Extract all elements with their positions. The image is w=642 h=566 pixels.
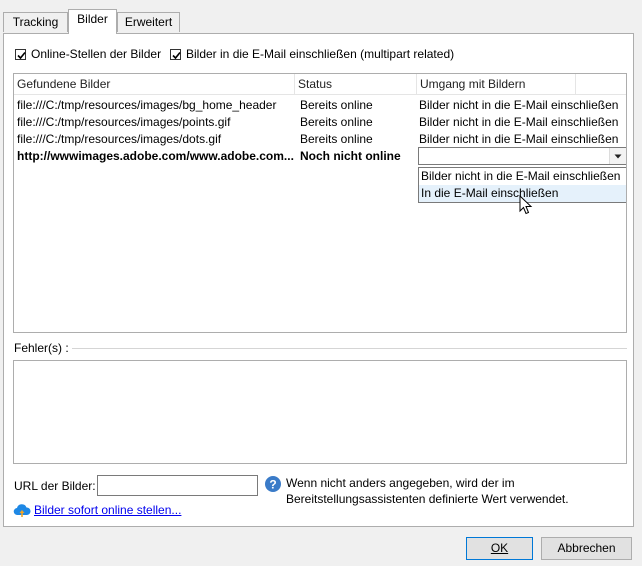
status-cell: Bereits online	[300, 115, 373, 129]
column-header-images[interactable]: Gefundene Bilder	[14, 74, 295, 94]
checkmark-icon	[172, 51, 181, 60]
image-path-cell: file:///C:/tmp/resources/images/points.g…	[17, 115, 231, 129]
ok-button[interactable]: OK	[466, 537, 533, 560]
checkmark-icon	[17, 51, 26, 60]
url-label: URL der Bilder:	[14, 479, 96, 493]
include-checkbox-label: Bilder in die E-Mail einschließen (multi…	[186, 47, 455, 61]
ok-button-label: OK	[490, 541, 509, 555]
publish-images-link[interactable]: Bilder sofort online stellen...	[34, 503, 181, 517]
cancel-button-label: Abbrechen	[557, 541, 616, 555]
tab-bilder-label: Bilder	[77, 12, 108, 26]
image-path-cell: file:///C:/tmp/resources/images/dots.gif	[17, 132, 222, 146]
cancel-button[interactable]: Abbrechen	[541, 537, 632, 560]
url-help-line-1: Wenn nicht anders angegeben, wird der im	[286, 476, 515, 490]
tab-bilder[interactable]: Bilder	[68, 9, 117, 34]
handling-cell[interactable]: Bilder nicht in die E-Mail einschließen	[416, 114, 626, 131]
online-checkbox[interactable]	[15, 49, 26, 60]
errors-textarea[interactable]	[13, 360, 627, 464]
handling-cell[interactable]: Bilder nicht in die E-Mail einschließen	[416, 131, 626, 148]
tab-erweitert-label: Erweitert	[124, 15, 173, 29]
column-header-status[interactable]: Status	[295, 74, 417, 94]
svg-text:?: ?	[269, 478, 276, 492]
images-grid[interactable]: Gefundene Bilder Status Umgang mit Bilde…	[13, 73, 627, 333]
errors-divider	[72, 348, 627, 349]
status-cell: Bereits online	[300, 132, 373, 146]
grid-header: Gefundene Bilder Status Umgang mit Bilde…	[14, 74, 626, 95]
handling-combobox[interactable]	[418, 147, 626, 165]
table-row[interactable]: file:///C:/tmp/resources/images/bg_home_…	[14, 97, 626, 114]
column-header-handling[interactable]: Umgang mit Bildern	[417, 74, 576, 94]
chevron-down-icon[interactable]	[609, 148, 626, 164]
url-input[interactable]	[97, 475, 258, 496]
url-help-line-2: Bereitstellungsassistenten definierte We…	[286, 492, 569, 506]
online-checkbox-label: Online-Stellen der Bilder	[31, 47, 162, 61]
status-cell: Noch nicht online	[300, 149, 401, 163]
tab-tracking-label: Tracking	[12, 15, 59, 29]
handling-cell[interactable]: Bilder nicht in die E-Mail einschließen	[416, 97, 626, 114]
image-path-cell: http://wwwimages.adobe.com/www.adobe.com…	[17, 149, 294, 163]
table-row[interactable]: file:///C:/tmp/resources/images/dots.gif…	[14, 131, 626, 148]
status-cell: Bereits online	[300, 98, 373, 112]
tab-tracking[interactable]: Tracking	[3, 12, 68, 32]
dropdown-option-exclude[interactable]: Bilder nicht in die E-Mail einschließen	[419, 168, 626, 185]
include-checkbox[interactable]	[170, 49, 181, 60]
mouse-cursor-icon	[519, 195, 533, 215]
errors-label: Fehler(s) :	[14, 341, 69, 355]
table-row[interactable]: file:///C:/tmp/resources/images/points.g…	[14, 114, 626, 131]
image-path-cell: file:///C:/tmp/resources/images/bg_home_…	[17, 98, 277, 112]
tab-erweitert[interactable]: Erweitert	[117, 12, 180, 32]
cloud-upload-icon	[13, 504, 31, 517]
help-icon: ?	[265, 476, 281, 492]
